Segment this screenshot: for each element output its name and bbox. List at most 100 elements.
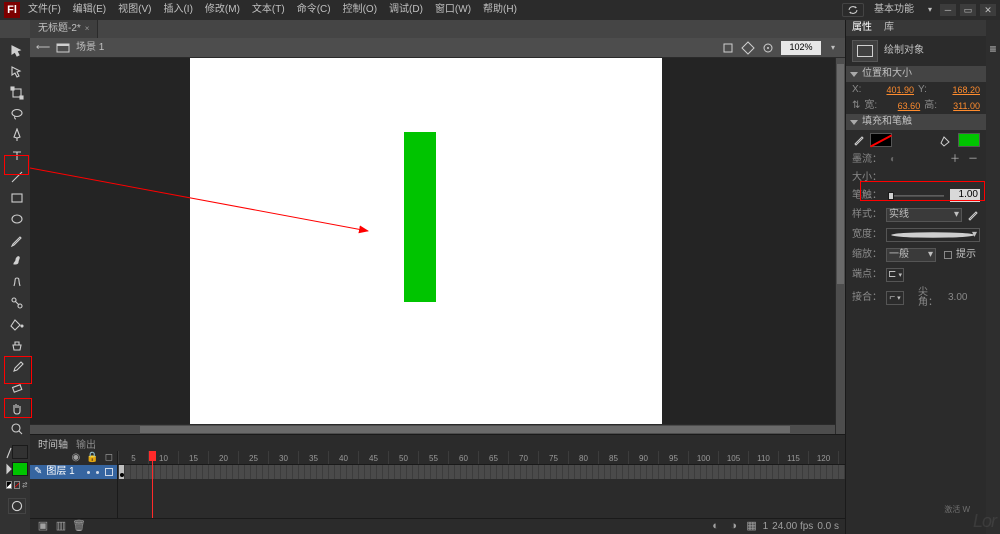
menu-file[interactable]: 文件(F) (24, 3, 65, 17)
subselection-tool[interactable] (8, 63, 26, 81)
flow-sub-icon[interactable]: － (966, 153, 980, 167)
ruler-tick[interactable]: 55 (418, 451, 448, 464)
ink-bottle-tool[interactable] (8, 336, 26, 354)
ruler-tick[interactable]: 125 (838, 451, 845, 464)
y-value[interactable]: 168.20 (942, 86, 980, 95)
tab-timeline[interactable]: 时间轴 (38, 441, 68, 451)
fill-color[interactable] (958, 133, 980, 147)
ruler-tick[interactable]: 95 (658, 451, 688, 464)
ruler-tick[interactable]: 25 (238, 451, 268, 464)
ruler-tick[interactable]: 15 (178, 451, 208, 464)
section-position-size[interactable]: 位置和大小 (846, 66, 986, 82)
menu-debug[interactable]: 调试(D) (385, 3, 427, 17)
menu-text[interactable]: 文本(T) (248, 3, 289, 17)
ruler-tick[interactable]: 30 (268, 451, 298, 464)
scene-icon[interactable] (56, 41, 70, 55)
layer-outline-box[interactable] (105, 468, 113, 476)
close-icon[interactable]: × (85, 25, 90, 33)
lock-column-icon[interactable]: 🔒 (86, 453, 98, 463)
ruler-tick[interactable]: 35 (298, 451, 328, 464)
layer-lock-dot[interactable] (96, 471, 99, 474)
selection-tool[interactable] (8, 42, 26, 60)
ruler-tick[interactable]: 105 (718, 451, 748, 464)
brush-tool[interactable] (8, 252, 26, 270)
section-fill-stroke[interactable]: 填充和笔触 (846, 114, 986, 130)
symbol-edit-icon[interactable] (741, 41, 755, 55)
stage-scrollbar-vertical[interactable] (835, 58, 845, 434)
oval-tool[interactable] (8, 210, 26, 228)
h-value[interactable]: 311.00 (946, 102, 980, 111)
drawn-rectangle[interactable] (404, 132, 436, 302)
workspace-switcher[interactable]: 基本功能 (868, 5, 920, 15)
keyframe-cell[interactable] (118, 465, 124, 479)
document-tab[interactable]: 无标题-2* × (30, 20, 98, 38)
new-folder-button[interactable]: ▥ (54, 520, 68, 534)
bone-tool[interactable] (8, 294, 26, 312)
menu-modify[interactable]: 修改(M) (201, 3, 244, 17)
stage-viewport[interactable] (30, 58, 845, 434)
x-value[interactable]: 401.90 (876, 86, 914, 95)
outline-column-icon[interactable]: ◻ (105, 453, 113, 463)
swap-colors-icon[interactable] (22, 481, 28, 489)
window-min-button[interactable]: ─ (940, 4, 956, 16)
stroke-style-select[interactable]: 实线▾ (886, 208, 962, 222)
ruler-tick[interactable]: 45 (358, 451, 388, 464)
new-layer-button[interactable]: ▣ (36, 520, 50, 534)
join-select[interactable]: ⌐▾ (886, 291, 904, 305)
hint-checkbox[interactable] (944, 251, 952, 259)
line-tool[interactable] (8, 168, 26, 186)
w-value[interactable]: 63.60 (886, 102, 920, 111)
playhead[interactable] (152, 451, 153, 518)
ruler-tick[interactable]: 75 (538, 451, 568, 464)
stroke-scale-select[interactable]: 一般▾ (886, 248, 936, 262)
edit-multiple-frames-icon[interactable]: ▦ (745, 520, 759, 534)
miter-value[interactable]: 3.00 (948, 293, 967, 303)
stroke-color[interactable] (870, 133, 892, 147)
flow-add-icon[interactable]: ＋ (948, 153, 962, 167)
zoom-level[interactable]: 102% (781, 41, 821, 55)
ruler-tick[interactable]: 80 (568, 451, 598, 464)
stage-scrollbar-horizontal[interactable] (30, 424, 835, 434)
timeline-frames[interactable]: 5101520253035404550556065707580859095100… (118, 451, 845, 518)
stroke-weight-slider[interactable] (888, 195, 944, 197)
sync-button[interactable] (842, 3, 864, 17)
free-transform-tool[interactable] (8, 84, 26, 102)
dock-expand-icon[interactable]: ≡ (984, 40, 1000, 58)
paint-bucket-tool[interactable] (8, 315, 26, 333)
delete-layer-button[interactable]: 🗑 (72, 520, 86, 534)
workspace-caret-icon[interactable]: ▾ (924, 3, 936, 17)
eraser-tool[interactable] (8, 378, 26, 396)
ruler-tick[interactable]: 110 (748, 451, 778, 464)
zoom-caret-icon[interactable]: ▾ (827, 41, 839, 55)
stroke-width-profile[interactable]: ▾ (886, 228, 980, 242)
deco-tool[interactable] (8, 273, 26, 291)
menu-cmd[interactable]: 命令(C) (293, 3, 335, 17)
hand-tool[interactable] (8, 399, 26, 417)
ruler-tick[interactable]: 50 (388, 451, 418, 464)
menu-insert[interactable]: 插入(I) (159, 3, 196, 17)
ruler-tick[interactable]: 85 (598, 451, 628, 464)
ruler-tick[interactable]: 40 (328, 451, 358, 464)
fill-color-swatch[interactable] (12, 462, 28, 476)
cap-select[interactable]: ⊏▾ (886, 268, 904, 282)
default-colors-icon[interactable] (6, 481, 12, 489)
menu-edit[interactable]: 编辑(E) (69, 3, 110, 17)
tab-properties[interactable]: 属性 (852, 23, 872, 33)
menu-view[interactable]: 视图(V) (114, 3, 155, 17)
object-drawing-toggle[interactable] (8, 498, 26, 514)
flow-icon[interactable]: ◐ (886, 153, 900, 167)
layer-row[interactable]: ✎ 图层 1 (30, 465, 117, 479)
lasso-tool[interactable] (8, 105, 26, 123)
back-icon[interactable]: ⟵ (36, 41, 50, 55)
ruler-tick[interactable]: 120 (808, 451, 838, 464)
drawing-mode-icon[interactable] (721, 41, 735, 55)
menu-control[interactable]: 控制(O) (339, 3, 381, 17)
no-color-icon[interactable] (14, 481, 20, 489)
ruler-tick[interactable]: 90 (628, 451, 658, 464)
stroke-style-edit-icon[interactable] (966, 208, 980, 222)
ruler-tick[interactable]: 70 (508, 451, 538, 464)
text-tool[interactable] (8, 147, 26, 165)
stroke-weight-value[interactable]: 1.00 (950, 189, 980, 202)
menu-help[interactable]: 帮助(H) (479, 3, 521, 17)
ruler-tick[interactable]: 60 (448, 451, 478, 464)
